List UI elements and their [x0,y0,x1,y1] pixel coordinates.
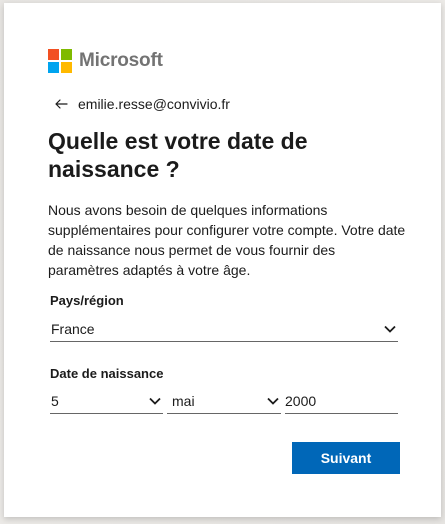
signup-card: Microsoft emilie.resse@convivio.fr Quell… [4,3,441,517]
month-value: mai [172,392,195,409]
next-button[interactable]: Suivant [292,442,400,474]
country-select[interactable]: France [50,316,398,342]
country-value: France [51,320,95,337]
chevron-down-icon [384,325,396,333]
year-value: 2000 [285,392,317,409]
chevron-down-icon [149,397,161,405]
brand-name: Microsoft [79,50,163,71]
microsoft-logo-icon [48,49,72,73]
country-label: Pays/région [50,293,124,308]
identity-email: emilie.resse@convivio.fr [78,96,230,112]
day-select[interactable]: 5 [50,388,163,414]
page-description: Nous avons besoin de quelques informatio… [48,202,406,278]
arrow-left-icon[interactable] [54,97,68,111]
page-title: Quelle est votre date de naissance ? [48,128,308,182]
day-value: 5 [51,392,59,409]
year-input[interactable]: 2000 [285,388,398,414]
identity-banner[interactable]: emilie.resse@convivio.fr [54,94,230,114]
month-select[interactable]: mai [167,388,281,414]
chevron-down-icon [267,397,279,405]
birthdate-label: Date de naissance [50,366,164,381]
brand-header: Microsoft [48,49,163,73]
